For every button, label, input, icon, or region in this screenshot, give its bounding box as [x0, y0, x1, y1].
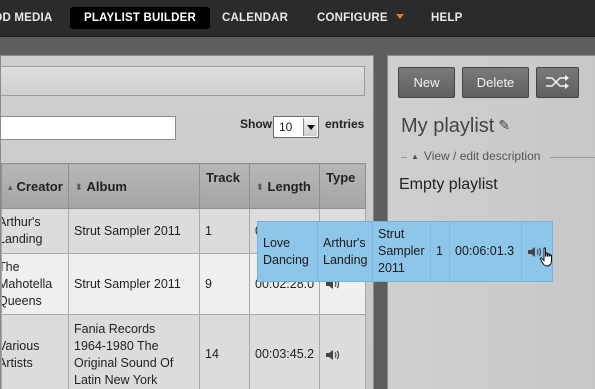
column-label: Track — [206, 170, 240, 185]
playlist-title-text: My playlist — [401, 115, 495, 137]
cell-creator: Various Artists — [1, 314, 69, 389]
shuffle-button[interactable] — [536, 67, 579, 98]
column-header-track[interactable]: Track — [199, 163, 250, 209]
show-label: Show — [240, 117, 272, 131]
nav-help[interactable]: HELP — [431, 7, 462, 29]
table-row[interactable]: Various Artists Fania Records 1964-1980 … — [1, 314, 366, 389]
column-header-album[interactable]: ⬍ Album — [68, 163, 200, 209]
cell-track: 9 — [199, 253, 250, 315]
drag-cell-track: 1 — [431, 222, 450, 281]
cell-creator: Arthur's Landing — [1, 208, 69, 254]
top-navigation: DD MEDIA PLAYLIST BUILDER CALENDAR CONFI… — [0, 0, 595, 37]
cell-type — [319, 314, 366, 389]
divider — [401, 157, 407, 158]
page-size-select[interactable]: 10 — [273, 116, 319, 138]
page-size-value: 10 — [279, 120, 293, 134]
drag-cell-length: 00:06:01.3 — [450, 222, 522, 281]
column-label: Creator — [16, 178, 63, 194]
view-edit-description-link[interactable]: ▲︎ View / edit description — [411, 149, 540, 163]
hand-cursor-icon — [539, 247, 555, 267]
desc-link-text: View / edit description — [423, 149, 541, 163]
column-header-length[interactable]: ⬍ Length — [249, 163, 320, 209]
nav-playlist-builder[interactable]: PLAYLIST BUILDER — [70, 7, 211, 29]
expand-toggle-icon: ▲︎ — [411, 152, 419, 161]
chevron-down-icon — [303, 118, 317, 136]
cell-track: 1 — [199, 208, 250, 254]
dragged-track-row[interactable]: Love Dancing Arthur's Landing Strut Samp… — [257, 221, 553, 282]
playlist-title[interactable]: My playlist ✎ — [401, 115, 510, 138]
new-playlist-button[interactable]: New — [398, 67, 455, 98]
sort-icon: ▴︎ — [8, 181, 13, 192]
nav-calendar[interactable]: CALENDAR — [222, 7, 288, 29]
caret-down-icon — [395, 14, 404, 20]
divider — [550, 157, 595, 158]
library-toolbar — [1, 66, 365, 96]
column-label: Album — [86, 178, 127, 194]
cell-track: 14 — [199, 314, 250, 389]
cell-creator: The Mahotella Queens — [1, 253, 69, 315]
empty-playlist-message: Empty playlist — [399, 176, 498, 193]
delete-playlist-button[interactable]: Delete — [462, 67, 529, 98]
shuffle-icon — [545, 75, 571, 89]
library-search-input[interactable] — [1, 116, 176, 140]
cell-album: Fania Records 1964-1980 The Original Sou… — [68, 314, 200, 389]
entries-label: entries — [325, 117, 365, 131]
column-header-type[interactable]: Type — [319, 163, 366, 209]
nav-configure[interactable]: CONFIGURE — [317, 7, 404, 29]
cell-album: Strut Sampler 2011 — [68, 253, 200, 315]
drag-cell-title: Love Dancing — [258, 222, 318, 281]
pencil-icon[interactable]: ✎ — [498, 117, 510, 134]
drag-cell-creator: Arthur's Landing — [318, 222, 373, 281]
sort-icon: ⬍ — [256, 181, 264, 192]
cell-length: 00:03:45.2 — [249, 314, 320, 389]
nav-add-media[interactable]: DD MEDIA — [0, 7, 52, 29]
cell-album: Strut Sampler 2011 — [68, 208, 200, 254]
column-label: Length — [267, 178, 311, 194]
column-header-creator[interactable]: ▴︎ Creator — [1, 163, 69, 209]
sort-icon: ⬍ — [75, 181, 83, 192]
drag-cell-album: Strut Sampler 2011 — [373, 222, 431, 281]
column-label: Type — [326, 170, 356, 185]
nav-configure-label: CONFIGURE — [317, 12, 388, 24]
speaker-icon[interactable] — [325, 348, 360, 362]
